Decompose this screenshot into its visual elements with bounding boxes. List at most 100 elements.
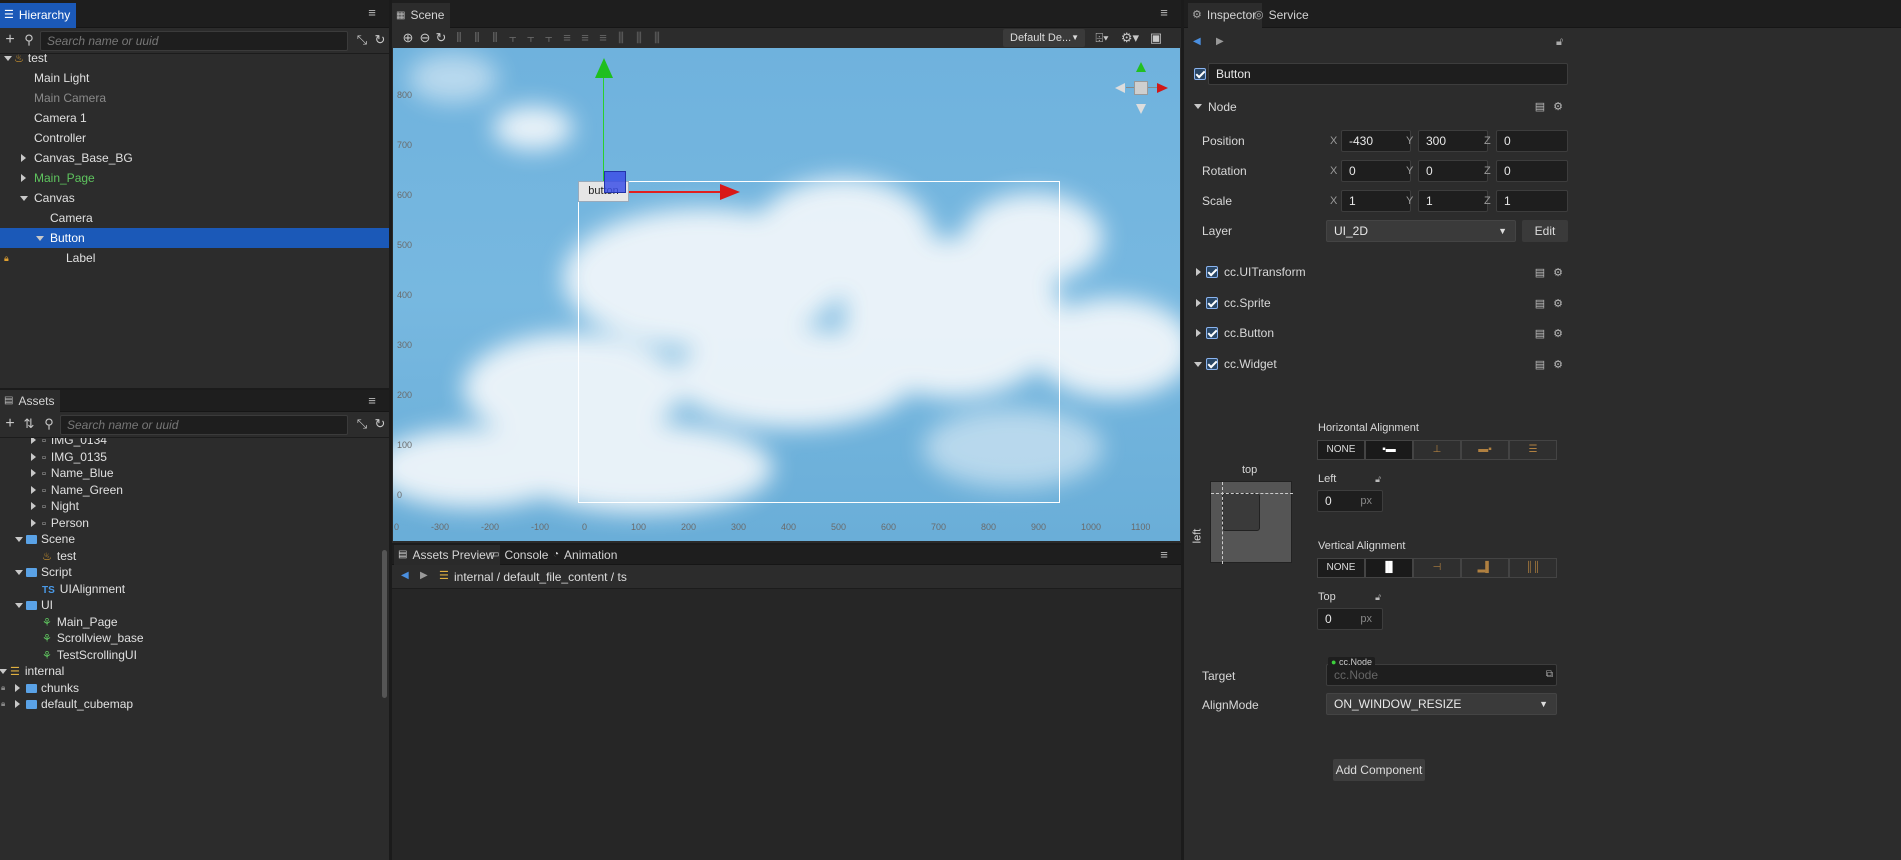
tab-console[interactable]: ▭ Console [486,545,554,565]
forward-arrow-icon[interactable]: ▶ [420,570,428,581]
scale-z-input[interactable]: 1 [1496,190,1568,212]
asset-item[interactable]: 🔒︎ chunks [0,680,379,696]
chevron-right-icon[interactable] [31,469,36,477]
v-align-bottom-button[interactable]: ▂▌ [1461,558,1509,578]
align-left-icon[interactable]: ⫴ [452,30,466,46]
hierarchy-node[interactable]: ♨ test [0,48,389,68]
chevron-down-icon[interactable] [0,669,7,674]
assets-menu-icon[interactable]: ≡ [365,394,379,408]
node-section-header[interactable]: Node ▤ ⚙ [1184,96,1574,118]
align-top-icon[interactable]: ⫟ [506,30,520,46]
assets-search-input[interactable]: Search name or uuid [60,415,348,435]
chevron-down-icon[interactable] [4,56,12,61]
layer-edit-button[interactable]: Edit [1522,220,1568,242]
view-gizmo[interactable] [1113,60,1169,116]
add-component-button[interactable]: Add Component [1333,759,1425,781]
asset-item[interactable]: ▫ Name_Blue [0,465,379,481]
hierarchy-node[interactable]: Camera 1 [0,108,389,128]
hierarchy-node[interactable]: Main Camera [0,88,389,108]
align-right-icon[interactable]: ⫴ [488,30,502,46]
chevron-right-icon[interactable] [31,452,36,461]
component-header[interactable]: cc.Widget ▤ ⚙ [1184,348,1574,378]
asset-item[interactable]: ☰ internal [0,663,379,679]
chevron-down-icon[interactable] [20,196,28,201]
hierarchy-node[interactable]: Controller [0,128,389,148]
asset-item[interactable]: ⚘ TestScrollingUI [0,647,379,663]
zoom-in-icon[interactable]: ⊕ [401,30,415,46]
scale-y-input[interactable]: 1 [1418,190,1488,212]
asset-item[interactable]: UI [0,597,379,613]
tab-animation[interactable]: ◔ Animation [549,545,623,565]
asset-item[interactable]: ♨ test [0,548,379,564]
move-handle[interactable] [604,171,626,193]
breadcrumb-item[interactable]: default_file_content [503,570,607,584]
component-header[interactable]: cc.Sprite ▤ ⚙ [1184,287,1574,317]
collapse-all-icon[interactable]: ⤡ [355,416,369,432]
h-align-left-button[interactable]: ▪▬ [1365,440,1413,460]
hierarchy-node[interactable]: Canvas_Base_BG [0,148,389,168]
doc-icon[interactable]: ▤ [1534,267,1546,279]
chevron-down-icon[interactable] [15,570,23,575]
align-middle-icon[interactable]: ⫟ [524,30,538,46]
zoom-out-icon[interactable]: ⊖ [418,30,432,46]
rotation-x-input[interactable]: 0 [1341,160,1411,182]
asset-item[interactable]: Script [0,564,379,580]
sort-icon[interactable]: ⇅ [20,416,38,432]
tab-scene[interactable]: ▦ Scene [392,3,451,28]
rotation-z-input[interactable]: 0 [1496,160,1568,182]
component-enabled-checkbox[interactable] [1206,296,1218,309]
scene-viewport[interactable]: 800 700 600 500 400 300 200 100 0 0 -300 -200 -100 0… [393,48,1180,541]
node-name-input[interactable]: Button [1208,63,1568,85]
node-active-checkbox[interactable] [1194,68,1206,80]
hierarchy-node[interactable]: Button [0,228,389,248]
tab-assets-preview[interactable]: ▤ Assets Preview [394,545,501,565]
scale-x-input[interactable]: 1 [1341,190,1411,212]
breadcrumb-item[interactable]: internal [454,570,493,584]
tab-assets[interactable]: ▤ Assets [0,390,61,412]
back-arrow-icon[interactable]: ◀ [1193,36,1201,47]
add-node-icon[interactable]: + [3,32,17,48]
scene-camera-icon[interactable]: ⌹▾ [1092,30,1112,46]
component-enabled-checkbox[interactable] [1206,266,1218,278]
gear-icon[interactable]: ⚙ [1552,298,1564,310]
chevron-right-icon[interactable] [31,485,36,494]
component-header[interactable]: cc.UITransform ▤ ⚙ [1184,256,1574,286]
distribute-v-icon[interactable]: ≡ [560,30,574,46]
left-offset-input[interactable]: 0 px [1317,490,1383,512]
chevron-right-icon[interactable] [31,518,36,527]
position-z-input[interactable]: 0 [1496,130,1568,152]
add-asset-icon[interactable]: + [3,416,17,432]
align-bottom-icon[interactable]: ⫟ [542,30,556,46]
gear-icon[interactable]: ⚙ [1552,359,1564,371]
align-center-icon[interactable]: ⫴ [470,30,484,46]
asset-item[interactable]: ▫ Person [0,515,379,531]
component-enabled-checkbox[interactable] [1206,327,1218,339]
doc-icon[interactable]: ▤ [1534,328,1546,340]
hierarchy-node[interactable]: Canvas [0,188,389,208]
refresh-icon[interactable]: ↻ [373,32,387,48]
position-x-input[interactable]: -430 [1341,130,1411,152]
lock-icon[interactable]: 🔓︎ [1372,473,1384,485]
asset-item[interactable]: ▫ IMG_0135 [0,449,379,465]
hierarchy-node[interactable]: 🔒︎ Label [0,248,389,268]
h-align-center-button[interactable]: ⊥ [1413,440,1461,460]
distribute-h-icon[interactable]: ⫼ [614,30,628,46]
search-type-icon[interactable]: ⚲ [40,416,58,432]
chevron-right-icon[interactable] [15,683,20,692]
asset-item[interactable]: ⚘ Main_Page [0,614,379,630]
asset-item[interactable]: ▫ Night [0,498,379,514]
chevron-right-icon[interactable] [15,700,20,708]
distribute-v3-icon[interactable]: ≡ [596,30,610,46]
bottom-menu-icon[interactable]: ≡ [1157,548,1171,562]
v-align-none-button[interactable]: NONE [1317,558,1365,578]
chevron-down-icon[interactable] [15,537,23,542]
hierarchy-menu-icon[interactable]: ≡ [365,6,379,20]
assets-scrollbar[interactable] [382,550,387,698]
rotation-y-input[interactable]: 0 [1418,160,1488,182]
asset-item[interactable]: Scene [0,531,379,547]
forward-arrow-icon[interactable]: ▶ [1216,36,1224,47]
chevron-right-icon[interactable] [1196,268,1201,276]
chevron-right-icon[interactable] [1196,329,1201,337]
reset-view-icon[interactable]: ↻ [434,30,448,46]
chevron-down-icon[interactable] [15,603,23,608]
